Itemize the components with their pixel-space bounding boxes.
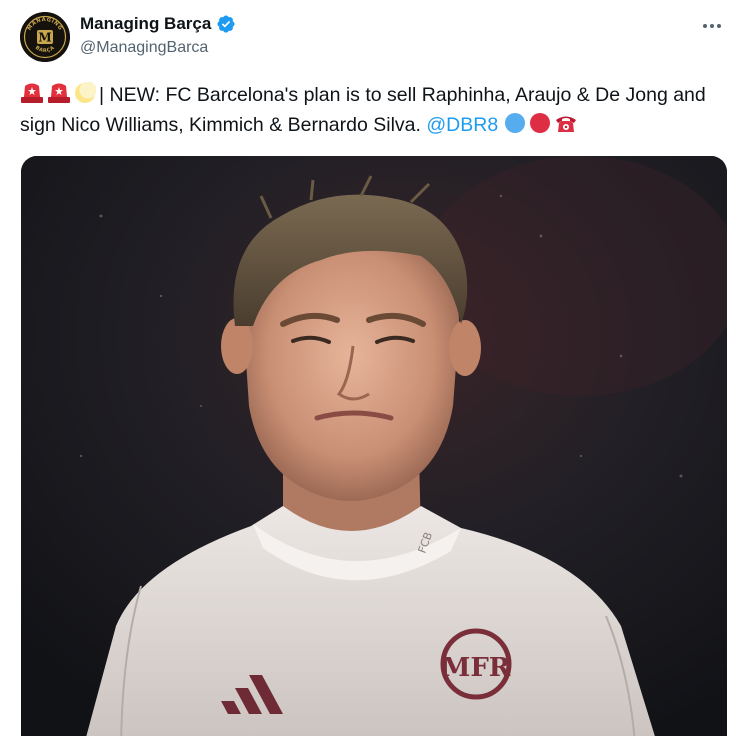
player-photo-illustration: FCB MFR — [21, 156, 727, 736]
blue-circle-icon — [504, 112, 526, 134]
tweet-text: | NEW: FC Barcelona's plan is to sell Ra… — [20, 80, 732, 140]
tweet-media-photo[interactable]: FCB MFR — [21, 156, 727, 736]
dot-icon — [710, 24, 714, 28]
display-name[interactable]: Managing Barça — [80, 14, 211, 34]
police-car-light-icon — [20, 82, 44, 104]
avatar[interactable]: MANAGING BARÇA M — [20, 12, 70, 62]
avatar-monogram: M — [38, 31, 51, 45]
managing-barca-logo-icon: MANAGING BARÇA M — [20, 12, 70, 62]
verified-badge-icon — [216, 14, 236, 34]
police-car-light-icon — [47, 82, 71, 104]
telephone-icon — [554, 112, 578, 134]
dot-icon — [703, 24, 707, 28]
mention-link[interactable]: @DBR8 — [426, 114, 498, 136]
crest-letters: MFR — [442, 653, 511, 683]
tweet-body-text: | NEW: FC Barcelona's plan is to sell Ra… — [20, 84, 706, 136]
red-circle-icon — [529, 112, 551, 134]
tweet-header: MANAGING BARÇA M Managing Barça @Managin… — [20, 10, 726, 66]
name-row: Managing Barça — [80, 14, 236, 34]
dot-icon — [717, 24, 721, 28]
more-options-button[interactable] — [698, 14, 726, 38]
crescent-moon-icon — [74, 82, 96, 104]
handle[interactable]: @ManagingBarca — [80, 39, 208, 57]
